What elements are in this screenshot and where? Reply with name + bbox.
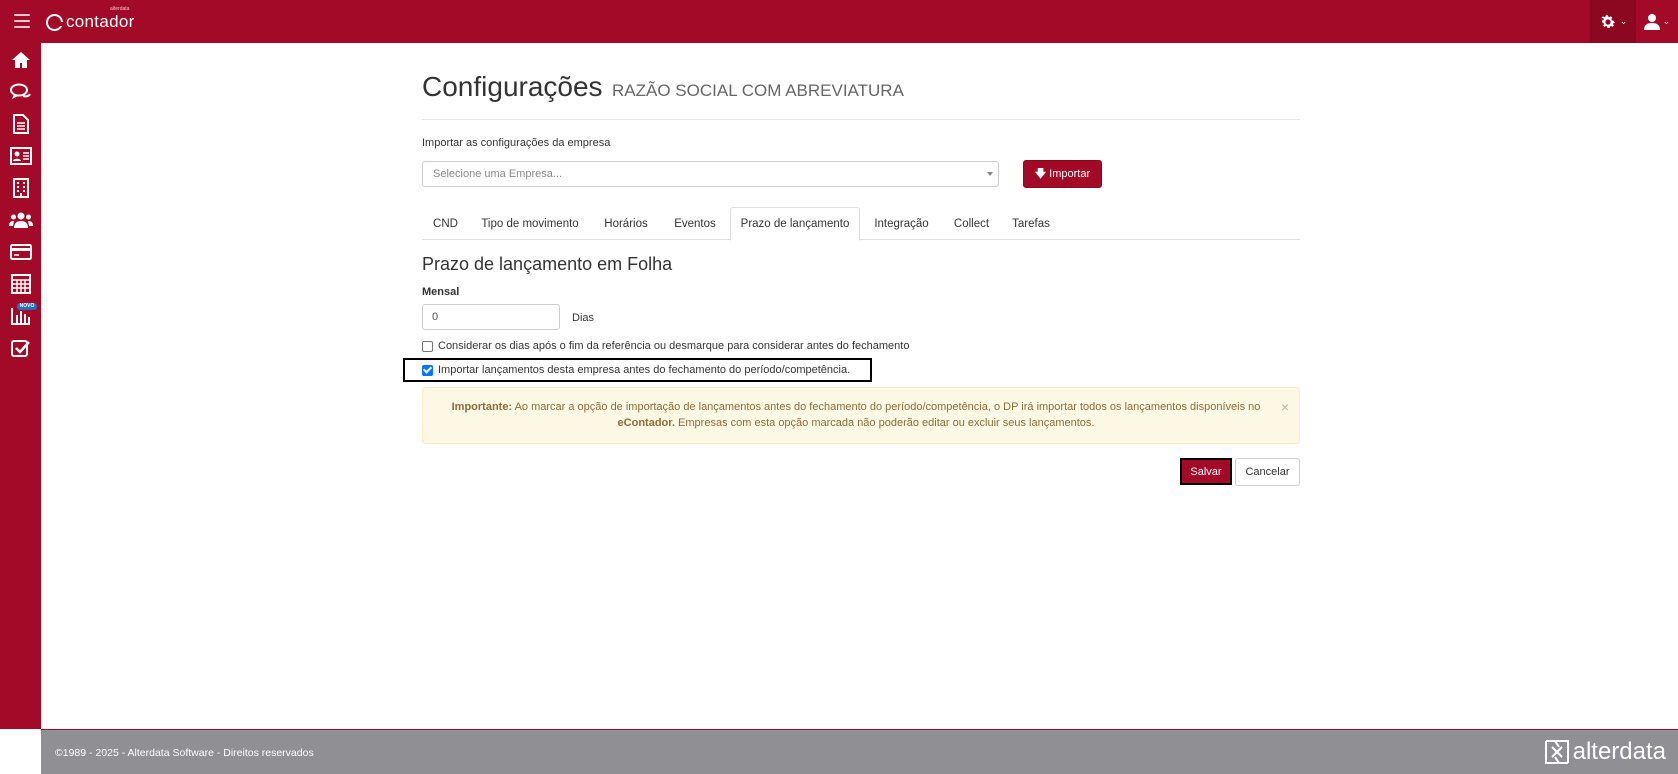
alterdata-logo-icon [1544, 740, 1569, 764]
alert-text: Ao marcar a opção de importação de lança… [512, 401, 1261, 413]
importar-lancamentos-row: Importar lançamentos desta empresa antes… [422, 361, 850, 379]
app-logo[interactable]: contador alterdata [46, 6, 135, 34]
user-menu-button[interactable]: ⌄ [1636, 0, 1678, 43]
copyright-text: ©1989 - 2025 - Alterdata Software - Dire… [55, 747, 314, 759]
dias-label: Dias [572, 312, 595, 324]
import-button-label: Importar [1049, 168, 1091, 180]
tab-label: Collect [953, 217, 990, 230]
logo-e-icon [46, 13, 64, 31]
home-icon [12, 52, 30, 68]
page-title-text: Configurações [422, 71, 603, 102]
close-icon[interactable]: × [1281, 400, 1289, 414]
tab-horarios[interactable]: Horários [591, 207, 661, 240]
company-select-placeholder: Selecione uma Empresa... [433, 168, 563, 180]
mensal-label: Mensal [422, 286, 460, 298]
import-label: Importar as configurações da empresa [422, 137, 611, 149]
tab-label: CND [433, 217, 458, 230]
page-title: Configurações RAZÃO SOCIAL COM ABREVIATU… [422, 71, 904, 103]
tab-eventos[interactable]: Eventos [661, 207, 729, 240]
tab-tipo-movimento[interactable]: Tipo de movimento [469, 207, 591, 240]
alert-strong: Importante: [451, 401, 513, 413]
alterdata-logo-text: alterdata [1572, 738, 1666, 765]
company-select[interactable]: Selecione uma Empresa... [422, 161, 999, 187]
bar-chart-icon [11, 308, 30, 325]
top-navbar: contador alterdata ⌄ ⌄ [0, 0, 1678, 43]
sidebar-item-companies[interactable] [9, 176, 33, 200]
considerar-dias-checkbox[interactable] [422, 340, 433, 352]
tab-integracao[interactable]: Integração [860, 207, 943, 240]
section-title: Prazo de lançamento em Folha [422, 254, 673, 274]
tab-cnd[interactable]: CND [422, 207, 469, 240]
calculator-icon [11, 274, 31, 294]
tab-label: Prazo de lançamento [740, 218, 850, 230]
alterdata-logo: alterdata [1544, 738, 1666, 766]
footer: ©1989 - 2025 - Alterdata Software - Dire… [41, 729, 1678, 774]
sidebar-item-home[interactable] [9, 48, 33, 72]
arrow-down-icon: 🡇 [1034, 167, 1047, 180]
tab-prazo-lancamento[interactable]: Prazo de lançamento [730, 207, 860, 241]
sidebar-item-documents[interactable] [9, 112, 33, 136]
importar-lancamentos-checkbox[interactable] [422, 364, 433, 376]
tab-label: Horários [604, 217, 648, 230]
logo-small-text: alterdata [110, 6, 130, 12]
tab-tarefas[interactable]: Tarefas [1000, 207, 1062, 240]
chat-icon [10, 83, 31, 99]
sidebar-item-employees[interactable] [9, 208, 33, 232]
cancel-button[interactable]: Cancelar [1235, 458, 1300, 486]
gear-icon [1601, 14, 1615, 28]
select-arrow-icon [987, 172, 993, 176]
title-divider [422, 119, 1300, 120]
considerar-dias-row: Considerar os dias após o fim da referên… [422, 337, 909, 355]
sidebar-item-reports[interactable] [9, 304, 33, 328]
menu-toggle-icon[interactable] [14, 14, 30, 28]
import-button[interactable]: 🡇 Importar [1023, 160, 1102, 188]
id-card-icon [10, 147, 32, 165]
tab-label: Integração [874, 217, 929, 230]
logo-text: contador [66, 12, 135, 31]
alert-brand: eContador. [617, 417, 675, 429]
sidebar-item-contacts[interactable] [9, 144, 33, 168]
company-name: RAZÃO SOCIAL COM ABREVIATURA [612, 81, 904, 100]
alert-text-2: Empresas com esta opção marcada não pode… [675, 417, 1095, 429]
tab-label: Tipo de movimento [481, 217, 579, 230]
sidebar-item-chat[interactable] [9, 80, 33, 104]
checkbox-icon [11, 340, 30, 357]
document-icon [13, 114, 29, 134]
sidebar-item-tasks[interactable] [9, 336, 33, 360]
sidebar: NOVO [0, 43, 41, 729]
users-icon [9, 212, 33, 228]
importar-lancamentos-label[interactable]: Importar lançamentos desta empresa antes… [438, 364, 850, 376]
tab-label: Tarefas [1012, 217, 1050, 230]
chevron-down-icon: ⌄ [1662, 16, 1671, 26]
tab-collect[interactable]: Collect [943, 207, 1000, 240]
chevron-down-icon: ⌄ [1619, 16, 1628, 26]
settings-menu-button[interactable]: ⌄ [1590, 0, 1636, 43]
user-icon [1643, 13, 1660, 30]
building-icon [13, 178, 29, 198]
credit-card-icon [10, 244, 32, 260]
save-button[interactable]: Salvar [1180, 458, 1232, 485]
sidebar-item-calculator[interactable] [9, 272, 33, 296]
tab-label: Eventos [674, 217, 716, 230]
warning-alert: Importante: Ao marcar a opção de importa… [422, 387, 1300, 444]
top-right-actions: ⌄ ⌄ [1590, 0, 1678, 43]
sidebar-item-payments[interactable] [9, 240, 33, 264]
mensal-days-input[interactable] [422, 304, 560, 330]
settings-tabs: CND Tipo de movimento Horários Eventos P… [422, 207, 1300, 241]
considerar-dias-label[interactable]: Considerar os dias após o fim da referên… [438, 340, 909, 352]
